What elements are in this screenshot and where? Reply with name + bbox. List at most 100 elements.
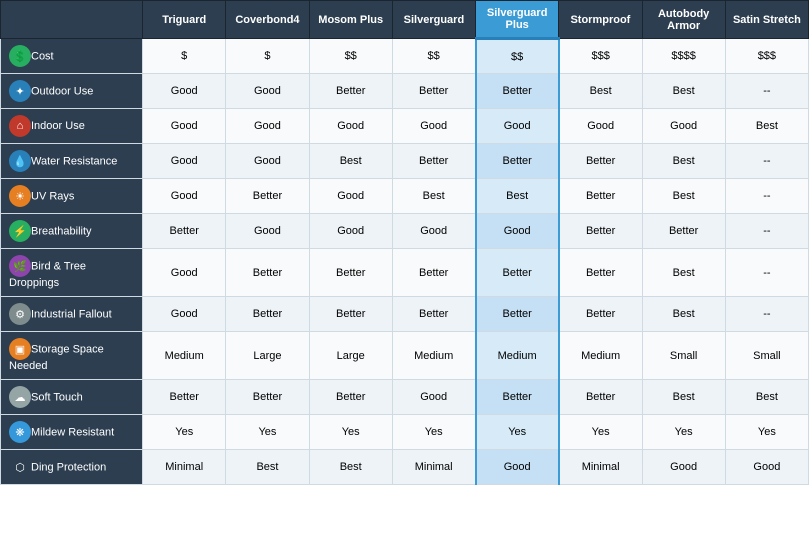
- feature-cell-0: 💲Cost: [1, 39, 143, 74]
- cell-9-6: Best: [642, 380, 725, 415]
- cell-6-0: Good: [143, 249, 226, 297]
- cell-0-0: $: [143, 39, 226, 74]
- cell-4-6: Best: [642, 179, 725, 214]
- cell-11-4: Good: [476, 450, 559, 485]
- feature-icon-8: ▣: [9, 338, 31, 360]
- cell-3-2: Best: [309, 144, 392, 179]
- cell-1-6: Best: [642, 74, 725, 109]
- cell-7-2: Better: [309, 297, 392, 332]
- cell-1-5: Best: [559, 74, 642, 109]
- cell-5-1: Good: [226, 214, 309, 249]
- cell-3-3: Better: [392, 144, 475, 179]
- cell-3-1: Good: [226, 144, 309, 179]
- cell-11-5: Minimal: [559, 450, 642, 485]
- cell-1-0: Good: [143, 74, 226, 109]
- col-header-autobodyarmor: Autobody Armor: [642, 1, 725, 39]
- cell-10-0: Yes: [143, 415, 226, 450]
- cell-7-4: Better: [476, 297, 559, 332]
- feature-label-2: Indoor Use: [31, 120, 85, 132]
- cell-6-2: Better: [309, 249, 392, 297]
- cell-3-0: Good: [143, 144, 226, 179]
- col-header-silverguard: Silverguard: [392, 1, 475, 39]
- feature-cell-10: ❋Mildew Resistant: [1, 415, 143, 450]
- feature-icon-7: ⚙: [9, 303, 31, 325]
- cell-3-7: --: [725, 144, 808, 179]
- table-row: ✦Outdoor UseGoodGoodBetterBetterBetterBe…: [1, 74, 809, 109]
- cell-7-6: Best: [642, 297, 725, 332]
- feature-cell-5: ⚡Breathability: [1, 214, 143, 249]
- table-row: ❋Mildew ResistantYesYesYesYesYesYesYesYe…: [1, 415, 809, 450]
- table-row: 💲Cost$$$$$$$$$$$$$$$$$$: [1, 39, 809, 74]
- feature-cell-11: ⬡Ding Protection: [1, 450, 143, 485]
- cell-2-2: Good: [309, 109, 392, 144]
- cell-11-7: Good: [725, 450, 808, 485]
- cell-0-6: $$$$: [642, 39, 725, 74]
- cell-11-0: Minimal: [143, 450, 226, 485]
- cell-5-5: Better: [559, 214, 642, 249]
- cell-4-2: Good: [309, 179, 392, 214]
- cell-9-0: Better: [143, 380, 226, 415]
- feature-icon-0: 💲: [9, 45, 31, 67]
- cell-2-3: Good: [392, 109, 475, 144]
- cell-4-0: Good: [143, 179, 226, 214]
- feature-cell-4: ☀UV Rays: [1, 179, 143, 214]
- feature-cell-1: ✦Outdoor Use: [1, 74, 143, 109]
- cell-6-4: Better: [476, 249, 559, 297]
- cell-8-4: Medium: [476, 332, 559, 380]
- table-row: 🌿Bird & Tree DroppingsGoodBetterBetterBe…: [1, 249, 809, 297]
- cell-1-7: --: [725, 74, 808, 109]
- cell-1-3: Better: [392, 74, 475, 109]
- feature-label-5: Breathability: [31, 226, 92, 238]
- cell-1-1: Good: [226, 74, 309, 109]
- feature-icon-3: 💧: [9, 150, 31, 172]
- cell-9-7: Best: [725, 380, 808, 415]
- cell-0-3: $$: [392, 39, 475, 74]
- table-row: ☁Soft TouchBetterBetterBetterGoodBetterB…: [1, 380, 809, 415]
- cell-10-2: Yes: [309, 415, 392, 450]
- col-header-stormproof: Stormproof: [559, 1, 642, 39]
- cell-10-6: Yes: [642, 415, 725, 450]
- cell-10-4: Yes: [476, 415, 559, 450]
- feature-label-3: Water Resistance: [31, 156, 117, 168]
- table-row: ⚡BreathabilityBetterGoodGoodGoodGoodBett…: [1, 214, 809, 249]
- cell-0-5: $$$: [559, 39, 642, 74]
- cell-2-6: Good: [642, 109, 725, 144]
- feature-cell-8: ▣Storage Space Needed: [1, 332, 143, 380]
- cell-5-0: Better: [143, 214, 226, 249]
- cell-10-5: Yes: [559, 415, 642, 450]
- cell-4-1: Better: [226, 179, 309, 214]
- table-row: ⌂Indoor UseGoodGoodGoodGoodGoodGoodGoodB…: [1, 109, 809, 144]
- cell-6-1: Better: [226, 249, 309, 297]
- cell-3-6: Best: [642, 144, 725, 179]
- cell-10-3: Yes: [392, 415, 475, 450]
- table-row: ☀UV RaysGoodBetterGoodBestBestBetterBest…: [1, 179, 809, 214]
- col-header-satinstretch: Satin Stretch: [725, 1, 808, 39]
- feature-icon-2: ⌂: [9, 115, 31, 137]
- cell-9-3: Good: [392, 380, 475, 415]
- feature-label-11: Ding Protection: [31, 462, 106, 474]
- cell-2-5: Good: [559, 109, 642, 144]
- cell-1-4: Better: [476, 74, 559, 109]
- cell-10-1: Yes: [226, 415, 309, 450]
- col-header-triguard: Triguard: [143, 1, 226, 39]
- feature-cell-7: ⚙Industrial Fallout: [1, 297, 143, 332]
- cell-7-3: Better: [392, 297, 475, 332]
- cell-0-1: $: [226, 39, 309, 74]
- cell-3-4: Better: [476, 144, 559, 179]
- feature-col-header: [1, 1, 143, 39]
- feature-label-10: Mildew Resistant: [31, 427, 114, 439]
- feature-label-4: UV Rays: [31, 191, 74, 203]
- cell-6-6: Best: [642, 249, 725, 297]
- feature-icon-4: ☀: [9, 185, 31, 207]
- feature-icon-10: ❋: [9, 421, 31, 443]
- cell-10-7: Yes: [725, 415, 808, 450]
- cell-5-7: --: [725, 214, 808, 249]
- cell-8-1: Large: [226, 332, 309, 380]
- cell-11-1: Best: [226, 450, 309, 485]
- cell-6-3: Better: [392, 249, 475, 297]
- table-row: 💧Water ResistanceGoodGoodBestBetterBette…: [1, 144, 809, 179]
- table-row: ⬡Ding ProtectionMinimalBestBestMinimalGo…: [1, 450, 809, 485]
- cell-8-0: Medium: [143, 332, 226, 380]
- feature-cell-2: ⌂Indoor Use: [1, 109, 143, 144]
- cell-11-2: Best: [309, 450, 392, 485]
